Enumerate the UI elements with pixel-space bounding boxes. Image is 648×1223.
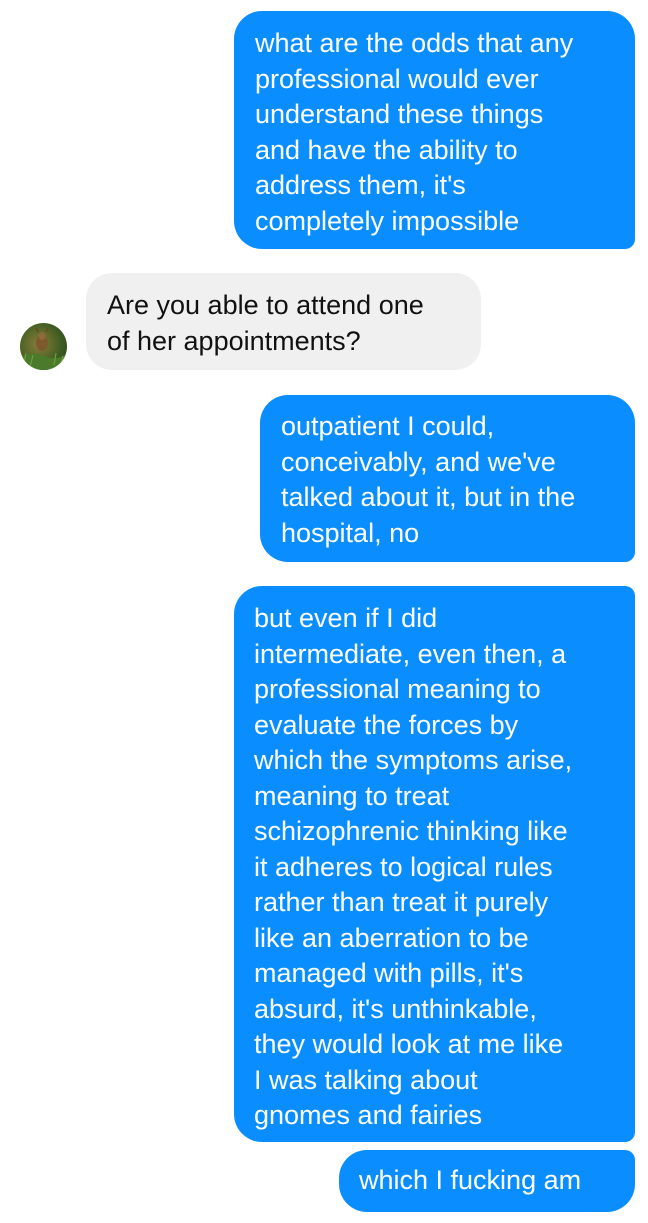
contact-avatar[interactable] [20, 323, 67, 370]
outgoing-message-bubble[interactable]: outpatient I could, conceivably, and we'… [260, 395, 635, 562]
outgoing-message-bubble[interactable]: which I fucking am [339, 1150, 635, 1212]
contact-photo-icon [20, 327, 67, 370]
outgoing-message-bubble[interactable]: what are the odds that any professional … [234, 11, 635, 249]
outgoing-message-bubble[interactable]: but even if I did intermediate, even the… [234, 586, 635, 1142]
incoming-message-bubble[interactable]: Are you able to attend one of her appoin… [86, 273, 481, 370]
